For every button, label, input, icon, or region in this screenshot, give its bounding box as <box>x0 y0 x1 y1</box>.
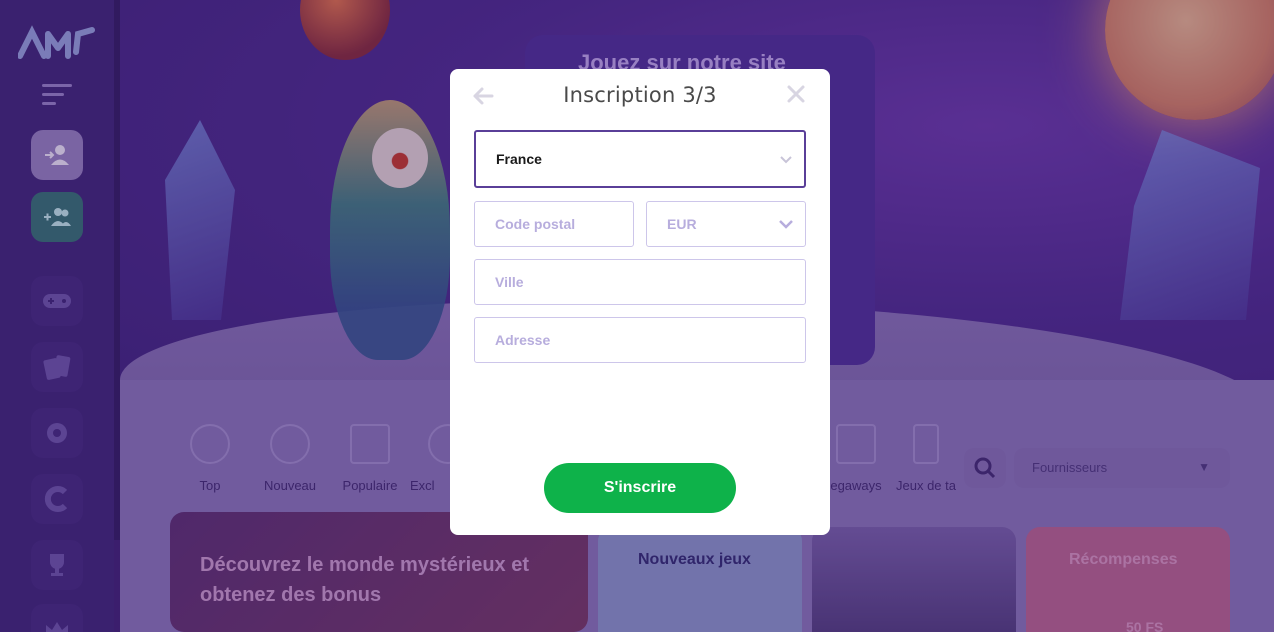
address-input[interactable]: Adresse <box>474 317 806 363</box>
postal-code-input[interactable]: Code postal <box>474 201 634 247</box>
close-icon[interactable] <box>784 83 808 107</box>
address-placeholder: Adresse <box>495 332 551 348</box>
currency-select[interactable]: EUR <box>646 201 806 247</box>
currency-value: EUR <box>667 216 697 232</box>
registration-modal: Inscription 3/3 France Code postal EUR V… <box>450 69 830 535</box>
chevron-down-icon <box>780 151 792 167</box>
modal-title: Inscription 3/3 <box>563 83 717 107</box>
postal-code-placeholder: Code postal <box>495 216 576 232</box>
register-submit-button[interactable]: S'inscrire <box>544 463 736 513</box>
country-value: France <box>496 151 542 167</box>
chevron-down-icon <box>779 216 793 232</box>
country-select[interactable]: France <box>474 130 806 188</box>
city-placeholder: Ville <box>495 274 524 290</box>
city-input[interactable]: Ville <box>474 259 806 305</box>
